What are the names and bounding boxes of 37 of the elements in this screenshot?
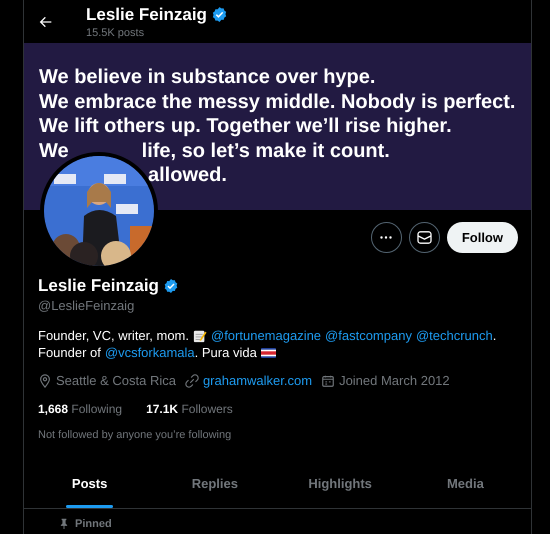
joined-date: Joined March 2012 — [339, 372, 450, 390]
mention-link[interactable]: @fastcompany — [325, 327, 412, 344]
flag-icon — [260, 348, 276, 358]
pinned-label: Pinned — [75, 516, 112, 532]
profile-name: Leslie Feinzaig — [38, 276, 159, 296]
link-icon — [184, 374, 199, 388]
mention-link[interactable]: @fortunemagazine — [211, 327, 322, 344]
location-pin-icon — [38, 374, 52, 388]
mention-link[interactable]: @vcsforkamala — [104, 344, 195, 361]
profile-tab[interactable]: Media — [402, 460, 528, 508]
banner-text: We — [39, 140, 69, 162]
more-dots-icon — [380, 236, 392, 239]
profile-name: Leslie Feinzaig — [86, 4, 207, 26]
banner-text: We embrace the messy middle. Nobody is perfect. — [39, 90, 516, 113]
bio-text: Founder, VC, writer, mom. @fortunemagazine @fastcompany @techcrunch. Founder of @vcsforkamala. Pura vida — [38, 327, 498, 361]
pin-icon — [60, 518, 68, 530]
post-count: 15.5K posts — [86, 26, 146, 40]
memo-icon — [193, 328, 207, 342]
more-button[interactable] — [370, 222, 402, 253]
banner-text: allowed. — [148, 164, 227, 186]
banner-text: We lift others up. Together we’ll rise higher. — [39, 115, 452, 138]
location-text: Seattle & Costa Rica — [56, 372, 176, 390]
profile-handle: @LeslieFeinzaig — [38, 297, 136, 315]
profile-tab[interactable]: Replies — [152, 460, 278, 508]
website-link[interactable]: grahamwalker.com — [202, 371, 312, 390]
profile-tab[interactable]: Highlights — [278, 460, 403, 508]
banner-text: We believe in substance over hype. — [39, 66, 376, 88]
profile-tab[interactable]: Posts — [27, 460, 152, 508]
followers-note: Not followed by anyone you’re following — [38, 428, 232, 442]
mention-link[interactable]: @techcrunch — [416, 327, 493, 344]
calendar-icon — [321, 374, 336, 388]
stat-link[interactable]: 1,668 Following — [38, 400, 122, 418]
banner-text: life, so let’s make it count. — [142, 140, 390, 162]
follow-button[interactable]: Follow — [446, 222, 518, 253]
stat-link[interactable]: 17.1K Followers — [146, 400, 233, 418]
envelope-icon — [416, 231, 432, 244]
message-button[interactable] — [408, 222, 440, 253]
